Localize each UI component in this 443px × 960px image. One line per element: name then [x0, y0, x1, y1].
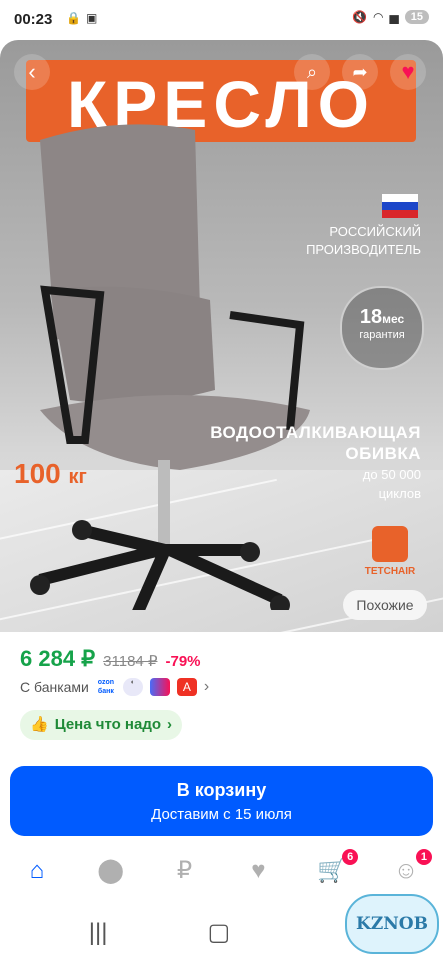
favorite-heart-icon[interactable]: ♥	[390, 54, 426, 90]
lock-icon: 🔒	[66, 11, 81, 25]
product-image[interactable]: КРЕСЛО ‹ ⌕ ➦ ♥ РОССИЙСКИЙ ПРОИЗВОДИТЕЛЬ …	[0, 40, 443, 632]
ruble-icon[interactable]: ₽	[169, 855, 201, 887]
discount-badge: -79%	[165, 653, 201, 670]
thumbs-up-icon: 👍	[30, 716, 49, 733]
heart-icon[interactable]: ♥	[242, 855, 274, 887]
warranty-badge: 18мес гарантия	[340, 286, 424, 370]
chevron-right-icon: ›	[203, 678, 210, 695]
tetchair-logo-icon	[372, 526, 408, 562]
status-bar: 00:23 🔒 ▣ 🔇 ◠ ▅ 15	[0, 0, 443, 40]
signal-icon: ▅	[389, 10, 399, 24]
brand-logo: TETCHAIR	[358, 526, 422, 577]
back-button[interactable]: ‹	[14, 54, 50, 90]
search-icon[interactable]: ⌕	[294, 54, 330, 90]
mute-icon: 🔇	[352, 10, 368, 24]
price-section: 6 284 ₽ 31184 ₽ -79% С банками ozon банк …	[0, 632, 443, 750]
banks-label: С банками	[20, 679, 89, 695]
basket-icon[interactable]: 🛒 6	[316, 849, 359, 887]
similar-button[interactable]: Похожие	[343, 590, 427, 620]
chair-illustration	[30, 124, 310, 610]
recent-apps-icon[interactable]: |||	[89, 919, 108, 947]
bottom-navigation: ⌂ ⬤ ₽ ♥ 🛒 6 ☺ 1	[0, 846, 443, 896]
bank-offers[interactable]: С банками ozon банк ◐ A ›	[20, 678, 209, 696]
share-icon[interactable]: ➦	[342, 54, 378, 90]
current-price: 6 284 ₽	[20, 646, 96, 671]
apple-icon[interactable]: ⬤	[95, 855, 127, 887]
battery-indicator: 15	[404, 10, 429, 24]
old-price: 31184 ₽	[103, 653, 158, 670]
sber-icon: ◐	[122, 678, 143, 696]
add-to-cart-button[interactable]: В корзину Доставим с 15 июля	[10, 766, 433, 836]
profile-icon[interactable]: ☺ 1	[390, 849, 433, 887]
cart-badge: 6	[342, 849, 359, 865]
screen-record-icon: ▣	[86, 11, 98, 25]
maker-caption: РОССИЙСКИЙ ПРОИЗВОДИТЕЛЬ	[306, 224, 421, 257]
fabric-caption: ВОДООТАЛКИВАЮЩАЯ ОБИВКА до 50 000 циклов	[210, 423, 421, 501]
bank-pink-icon	[149, 678, 170, 696]
chevron-right-icon: ›	[167, 716, 173, 733]
ozon-bank-icon: ozon банк	[97, 679, 115, 695]
home-circle-icon[interactable]: ▢	[208, 918, 231, 947]
max-weight-label: 100 кг	[14, 458, 87, 489]
home-icon[interactable]: ⌂	[21, 855, 53, 887]
watermark: KZNOB	[345, 894, 439, 954]
good-price-badge[interactable]: 👍 Цена что надо ›	[20, 710, 183, 740]
status-time: 00:23	[14, 11, 53, 28]
cart-button-title: В корзину	[176, 780, 267, 800]
delivery-date: Доставим с 15 июля	[151, 806, 292, 823]
alfa-icon: A	[176, 678, 197, 696]
russian-flag-icon	[382, 194, 418, 218]
profile-badge: 1	[415, 849, 433, 865]
wifi-icon: ◠	[373, 10, 384, 24]
